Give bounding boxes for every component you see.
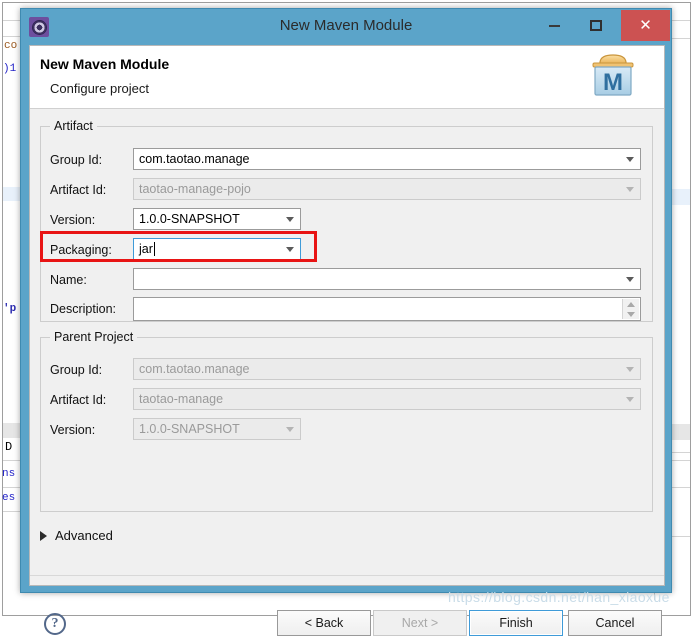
artifact-group-id-value: com.taotao.manage [139, 152, 250, 166]
chevron-right-icon[interactable] [40, 531, 47, 541]
dialog-body: New Maven Module Configure project M [29, 45, 665, 586]
artifact-artifact-id-label: Artifact Id: [50, 183, 106, 197]
help-icon[interactable]: ? [44, 613, 66, 635]
ide-code-fragment: D [5, 440, 12, 454]
artifact-version-input[interactable]: 1.0.0-SNAPSHOT [133, 208, 301, 230]
ide-code-fragment: ns [2, 468, 15, 480]
chevron-down-icon[interactable] [626, 277, 634, 282]
finish-button[interactable]: Finish [469, 610, 563, 636]
chevron-up-icon[interactable] [627, 302, 635, 307]
ide-code-fragment: es [2, 492, 15, 504]
artifact-name-label: Name: [50, 273, 87, 287]
chevron-down-icon[interactable] [286, 217, 294, 222]
artifact-version-value: 1.0.0-SNAPSHOT [139, 212, 240, 226]
back-button[interactable]: < Back [277, 610, 371, 636]
svg-text:M: M [603, 69, 623, 96]
ide-code-fragment: co [4, 40, 17, 52]
chevron-down-icon[interactable] [626, 187, 634, 192]
chevron-down-icon[interactable] [286, 247, 294, 252]
artifact-group-label: Artifact [50, 119, 97, 133]
banner-subtitle: Configure project [50, 81, 149, 96]
ide-code-fragment: )1 [3, 63, 16, 75]
maven-module-icon: M [586, 49, 640, 102]
artifact-packaging-label: Packaging: [50, 243, 112, 257]
parent-version-input[interactable]: 1.0.0-SNAPSHOT [133, 418, 301, 440]
artifact-artifact-id-value: taotao-manage-pojo [139, 182, 251, 196]
close-button[interactable]: ✕ [621, 10, 670, 41]
new-maven-module-dialog: New Maven Module ✕ New Maven Module Conf… [20, 8, 672, 593]
wizard-banner: New Maven Module Configure project M [30, 46, 664, 109]
cancel-button[interactable]: Cancel [568, 610, 662, 636]
minimize-button[interactable] [533, 11, 575, 40]
banner-title: New Maven Module [40, 56, 169, 72]
button-bar-separator [30, 575, 664, 576]
chevron-down-icon[interactable] [626, 367, 634, 372]
chevron-down-icon[interactable] [627, 312, 635, 317]
parent-version-label: Version: [50, 423, 95, 437]
parent-version-value: 1.0.0-SNAPSHOT [139, 422, 240, 436]
chevron-down-icon[interactable] [286, 427, 294, 432]
text-caret [154, 242, 155, 256]
artifact-description-input[interactable] [133, 297, 641, 321]
parent-group-id-value: com.taotao.manage [139, 362, 250, 376]
dialog-titlebar[interactable]: New Maven Module ✕ [21, 9, 671, 45]
parent-project-group-label: Parent Project [50, 330, 137, 344]
minimize-icon [549, 25, 560, 27]
artifact-name-input[interactable] [133, 268, 641, 290]
parent-group-id-label: Group Id: [50, 363, 102, 377]
artifact-artifact-id-input[interactable]: taotao-manage-pojo [133, 178, 641, 200]
maximize-icon [590, 20, 602, 31]
artifact-packaging-input[interactable]: jar [133, 238, 301, 260]
artifact-packaging-value: jar [139, 242, 153, 256]
ide-code-fragment: 'p [3, 303, 16, 315]
parent-artifact-id-value: taotao-manage [139, 392, 223, 406]
parent-artifact-id-label: Artifact Id: [50, 393, 106, 407]
artifact-description-label: Description: [50, 302, 116, 316]
next-button: Next > [373, 610, 467, 636]
description-scrollbar[interactable] [622, 299, 639, 319]
watermark: https://blog.csdn.net/han_xiaoxue [448, 589, 670, 605]
maximize-button[interactable] [575, 11, 617, 40]
artifact-group-id-label: Group Id: [50, 153, 102, 167]
chevron-down-icon[interactable] [626, 397, 634, 402]
parent-group-id-input[interactable]: com.taotao.manage [133, 358, 641, 380]
artifact-version-label: Version: [50, 213, 95, 227]
close-icon: ✕ [639, 18, 652, 33]
chevron-down-icon[interactable] [626, 157, 634, 162]
advanced-expander[interactable]: Advanced [40, 528, 113, 543]
advanced-label: Advanced [55, 528, 113, 543]
parent-artifact-id-input[interactable]: taotao-manage [133, 388, 641, 410]
artifact-group-id-input[interactable]: com.taotao.manage [133, 148, 641, 170]
